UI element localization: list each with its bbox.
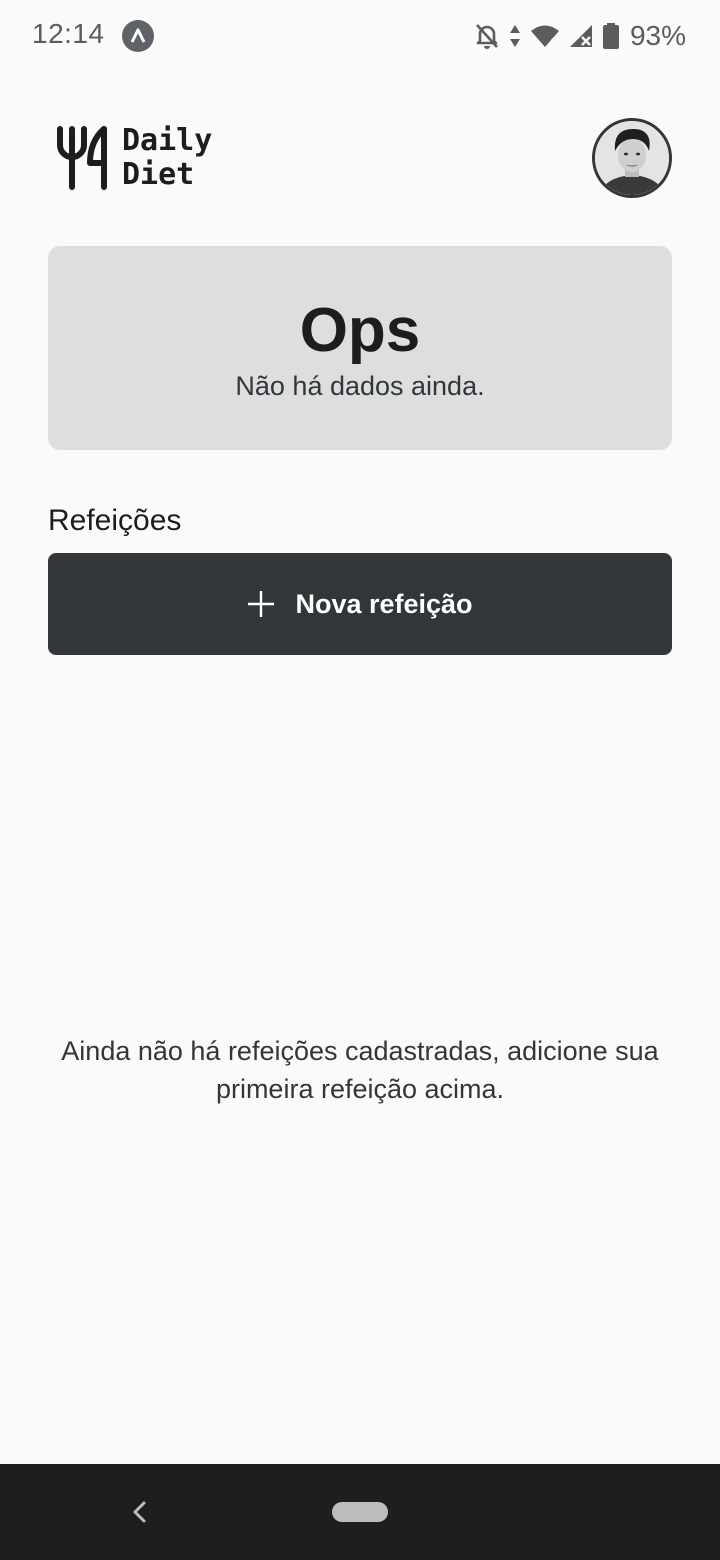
status-time: 12:14 <box>32 18 105 49</box>
user-avatar[interactable] <box>592 118 672 198</box>
cell-signal-icon <box>568 23 594 49</box>
logo-line-daily: Daily <box>122 123 213 158</box>
stats-title: Ops <box>299 296 421 365</box>
notifications-off-icon <box>474 22 500 50</box>
stats-subtitle: Não há dados ainda. <box>235 371 485 401</box>
plus-icon <box>247 590 295 618</box>
battery-icon <box>602 22 620 50</box>
logo-text: Daily Diet <box>122 124 212 192</box>
home-pill-icon[interactable] <box>332 1502 388 1522</box>
new-meal-label: Nova refeição <box>295 588 473 619</box>
navigation-bar <box>0 1464 720 1560</box>
app-logo: Daily Diet <box>56 124 212 192</box>
new-meal-button[interactable]: Nova refeição <box>48 553 672 655</box>
wifi-icon: 4 <box>530 23 560 49</box>
empty-meals-message: Ainda não há refeições cadastradas, adic… <box>61 1036 659 1104</box>
status-bar: 12:14 4 93% <box>0 0 720 72</box>
stats-card[interactable]: Ops Não há dados ainda. <box>48 246 672 450</box>
meals-section-label: Refeições <box>48 504 182 537</box>
app-notification-icon <box>122 20 154 52</box>
status-icons: 4 93% <box>474 18 686 54</box>
back-chevron-icon[interactable] <box>124 1494 156 1530</box>
svg-text:4: 4 <box>549 37 555 48</box>
logo-line-diet: Diet <box>122 157 195 192</box>
data-arrows-icon <box>508 22 522 50</box>
battery-percentage: 93% <box>629 20 686 51</box>
fork-knife-icon <box>56 125 112 191</box>
